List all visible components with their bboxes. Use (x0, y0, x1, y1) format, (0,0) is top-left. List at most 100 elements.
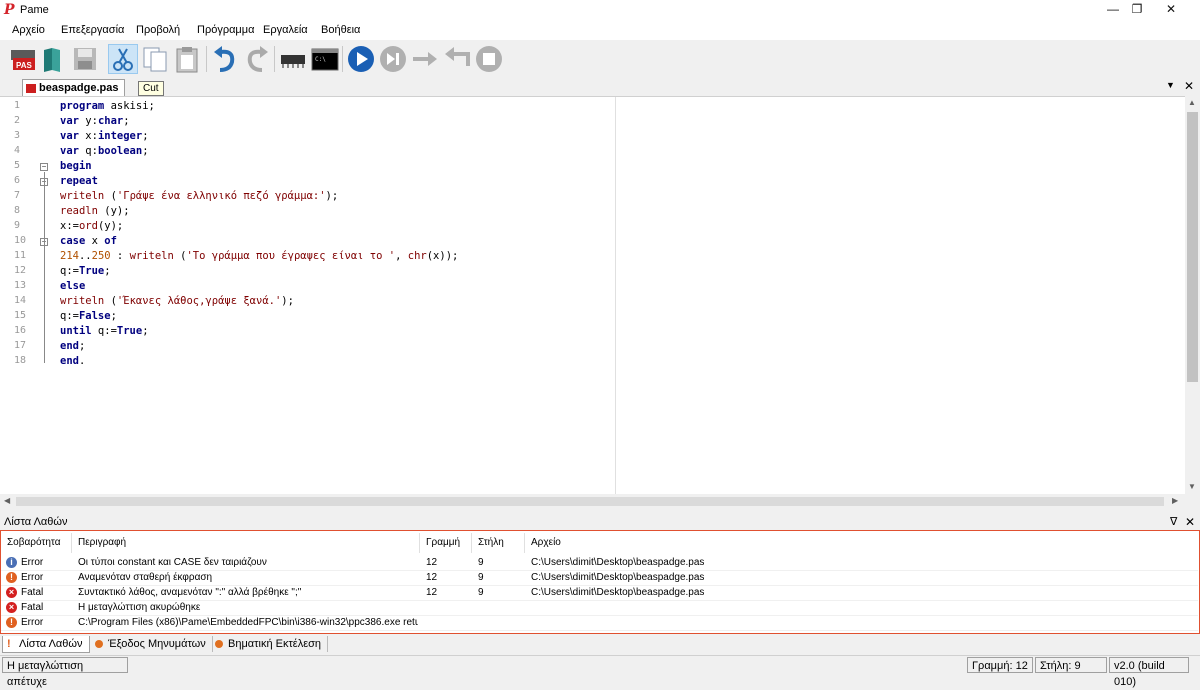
code-editor[interactable]: 1 2 3 4 5 6 7 8 9 10 11 12 13 14 15 16 17 18 program aski… (0, 96, 1185, 495)
line-cell (426, 600, 470, 615)
step-over-button[interactable] (410, 44, 440, 74)
description-cell: Αναμενόταν σταθερή έκφραση (78, 572, 213, 583)
undo-button[interactable] (210, 44, 240, 74)
open-button[interactable] (38, 44, 68, 74)
run-button[interactable] (346, 44, 376, 74)
file-cell (531, 600, 1131, 615)
cut-button[interactable] (108, 44, 138, 74)
column-description[interactable]: Περιγραφή (72, 533, 420, 553)
compile-button[interactable] (278, 44, 308, 74)
step-icon (380, 46, 406, 72)
line-cell: 12 (426, 572, 438, 583)
line-number: 3 (14, 130, 21, 141)
paste-button[interactable] (172, 44, 202, 74)
terminal-button[interactable]: C:\ (310, 44, 340, 74)
scroll-up-icon[interactable]: ▲ (1188, 98, 1196, 107)
tab-label: Βηματική Εκτέλεση (228, 638, 322, 650)
run-icon (348, 46, 374, 72)
vertical-scroll-thumb[interactable] (1187, 112, 1198, 382)
right-margin-line (615, 97, 616, 495)
tab-label: beaspadge.pas (39, 82, 119, 94)
scroll-right-icon[interactable]: ▶ (1172, 496, 1178, 505)
code-line[interactable]: q:=False; (60, 310, 117, 322)
step-back-icon (445, 47, 470, 66)
code-line[interactable]: program askisi; (60, 100, 155, 112)
menu-tools[interactable]: Εργαλεία (263, 24, 308, 36)
file-cell: C:\Users\dimit\Desktop\beaspadge.pas (531, 557, 705, 568)
close-tab-icon[interactable]: ✕ (1184, 79, 1194, 93)
code-line[interactable]: var q:boolean; (60, 145, 149, 157)
code-line[interactable]: q:=True; (60, 265, 111, 277)
code-line[interactable]: else (60, 280, 85, 292)
close-window-button[interactable]: ✕ (1154, 0, 1188, 20)
open-book-icon (44, 48, 60, 72)
stop-icon (476, 46, 502, 72)
step-button[interactable] (378, 44, 408, 74)
status-column: Στήλη: 9 (1035, 657, 1107, 673)
stop-button[interactable] (474, 44, 504, 74)
code-line[interactable]: repeat (60, 175, 98, 187)
restore-button[interactable]: ❐ (1120, 0, 1154, 20)
new-pas-button[interactable]: PAS (8, 44, 38, 74)
column-file[interactable]: Αρχείο (525, 533, 1197, 553)
menu-program[interactable]: Πρόγραμμα (197, 24, 254, 36)
window-title: Pame (20, 4, 49, 16)
status-line: Γραμμή: 12 (967, 657, 1033, 673)
undo-icon (214, 46, 235, 72)
line-number: 7 (14, 190, 21, 201)
error-list-icon: ! (7, 638, 11, 650)
fatal-error-icon: × (6, 602, 17, 613)
code-line[interactable]: begin (60, 160, 92, 172)
toolbar: PAS C:\ (0, 40, 1200, 78)
pin-icon[interactable]: ∇ (1170, 515, 1177, 528)
code-line[interactable]: var x:integer; (60, 130, 149, 142)
toolbar-separator (342, 46, 343, 72)
code-line[interactable]: 214..250 : writeln ('Το γράμμα που έγραψ… (60, 250, 458, 262)
column-line[interactable]: Γραμμή (420, 533, 472, 553)
tab-label: Έξοδος Μηνυμάτων (108, 638, 206, 650)
close-panel-icon[interactable]: ✕ (1185, 515, 1195, 529)
code-line[interactable]: until q:=True; (60, 325, 149, 337)
line-number: 10 (14, 235, 27, 246)
line-cell: 12 (426, 587, 438, 598)
line-number: 14 (14, 295, 27, 306)
cut-icon (113, 48, 133, 71)
menu-help[interactable]: Βοήθεια (321, 24, 360, 36)
description-cell: Η μεταγλώττιση ακυρώθηκε (78, 602, 201, 613)
code-line[interactable]: x:=ord(y); (60, 220, 123, 232)
scroll-down-icon[interactable]: ▼ (1188, 482, 1196, 491)
step-back-button[interactable] (442, 44, 472, 74)
code-line[interactable]: writeln ('Γράψε ένα ελληνικό πεζό γράμμα… (60, 190, 338, 202)
column-cell: 9 (478, 587, 484, 598)
save-button[interactable] (70, 44, 100, 74)
menu-edit[interactable]: Επεξεργασία (61, 24, 124, 36)
menu-bar: Αρχείο Επεξεργασία Προβολή Πρόγραμμα Εργ… (0, 20, 1200, 40)
code-line[interactable]: end; (60, 340, 85, 352)
menu-file[interactable]: Αρχείο (12, 24, 45, 36)
tab-error-list[interactable]: ! Λίστα Λαθών (2, 636, 90, 653)
copy-button[interactable] (140, 44, 170, 74)
tab-list-dropdown-icon[interactable]: ▼ (1166, 80, 1175, 90)
code-line[interactable]: end. (60, 355, 85, 367)
code-line[interactable]: var y:char; (60, 115, 130, 127)
horizontal-scroll-thumb[interactable] (16, 497, 1164, 506)
code-line[interactable]: writeln ('Έκανες λάθος,γράψε ξανά.'); (60, 295, 294, 307)
menu-view[interactable]: Προβολή (136, 24, 180, 36)
redo-button[interactable] (242, 44, 272, 74)
code-line[interactable]: case x of (60, 235, 117, 247)
tab-step-execution[interactable]: Βηματική Εκτέλεση (212, 636, 329, 652)
paste-icon (176, 47, 198, 73)
error-list-header: Λίστα Λαθών ∇ ✕ (0, 513, 1200, 530)
column-severity[interactable]: Σοβαρότητα (1, 533, 72, 553)
severity-cell: Fatal (21, 602, 44, 613)
tab-message-output[interactable]: Έξοδος Μηνυμάτων (92, 636, 213, 652)
editor-tab-strip (0, 78, 1200, 96)
code-line[interactable]: readln (y); (60, 205, 130, 217)
scroll-left-icon[interactable]: ◀ (4, 496, 10, 505)
tab-beaspadge[interactable]: beaspadge.pas (22, 79, 126, 97)
line-number: 8 (14, 205, 21, 216)
column-cell (478, 615, 522, 630)
column-col[interactable]: Στήλη (472, 533, 525, 553)
fold-toggle-icon[interactable]: − (40, 163, 48, 171)
save-icon (74, 48, 96, 70)
